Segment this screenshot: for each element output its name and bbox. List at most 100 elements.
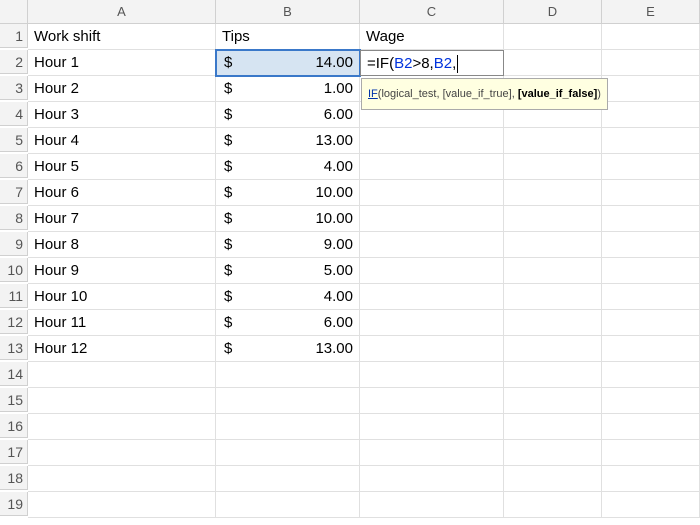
cell-E5[interactable] bbox=[602, 128, 700, 154]
row-header-7[interactable]: 7 bbox=[0, 180, 28, 204]
row-header-3[interactable]: 3 bbox=[0, 76, 28, 100]
cell-E1[interactable] bbox=[602, 24, 700, 50]
cell-D14[interactable] bbox=[504, 362, 602, 388]
cell-C11[interactable] bbox=[360, 284, 504, 310]
cell-E16[interactable] bbox=[602, 414, 700, 440]
cell-B5[interactable]: $13.00 bbox=[216, 128, 360, 154]
cell-B15[interactable] bbox=[216, 388, 360, 414]
cell-B13[interactable]: $13.00 bbox=[216, 336, 360, 362]
row-header-14[interactable]: 14 bbox=[0, 362, 28, 386]
cell-C1[interactable]: Wage bbox=[360, 24, 504, 50]
row-header-4[interactable]: 4 bbox=[0, 102, 28, 126]
cell-A17[interactable] bbox=[28, 440, 216, 466]
cell-E17[interactable] bbox=[602, 440, 700, 466]
cell-D17[interactable] bbox=[504, 440, 602, 466]
cell-D12[interactable] bbox=[504, 310, 602, 336]
row-header-2[interactable]: 2 bbox=[0, 50, 28, 74]
cell-E8[interactable] bbox=[602, 206, 700, 232]
cell-C13[interactable] bbox=[360, 336, 504, 362]
cell-B8[interactable]: $10.00 bbox=[216, 206, 360, 232]
cell-A13[interactable]: Hour 12 bbox=[28, 336, 216, 362]
row-header-5[interactable]: 5 bbox=[0, 128, 28, 152]
cell-A4[interactable]: Hour 3 bbox=[28, 102, 216, 128]
cell-D11[interactable] bbox=[504, 284, 602, 310]
cell-B12[interactable]: $6.00 bbox=[216, 310, 360, 336]
cell-C7[interactable] bbox=[360, 180, 504, 206]
cell-A16[interactable] bbox=[28, 414, 216, 440]
cell-E3[interactable] bbox=[602, 76, 700, 102]
cell-D8[interactable] bbox=[504, 206, 602, 232]
cell-E10[interactable] bbox=[602, 258, 700, 284]
cell-B11[interactable]: $4.00 bbox=[216, 284, 360, 310]
row-header-12[interactable]: 12 bbox=[0, 310, 28, 334]
cell-A6[interactable]: Hour 5 bbox=[28, 154, 216, 180]
cell-C5[interactable] bbox=[360, 128, 504, 154]
cell-E19[interactable] bbox=[602, 492, 700, 518]
cell-B6[interactable]: $4.00 bbox=[216, 154, 360, 180]
cell-A9[interactable]: Hour 8 bbox=[28, 232, 216, 258]
row-header-13[interactable]: 13 bbox=[0, 336, 28, 360]
column-header-C[interactable]: C bbox=[360, 0, 504, 24]
cell-A15[interactable] bbox=[28, 388, 216, 414]
column-header-D[interactable]: D bbox=[504, 0, 602, 24]
cell-E9[interactable] bbox=[602, 232, 700, 258]
spreadsheet-grid[interactable]: ABCDE1Work shiftTipsWage2Hour 1$14.00=IF… bbox=[0, 0, 700, 518]
cell-A3[interactable]: Hour 2 bbox=[28, 76, 216, 102]
cell-A5[interactable]: Hour 4 bbox=[28, 128, 216, 154]
cell-B4[interactable]: $6.00 bbox=[216, 102, 360, 128]
cell-A11[interactable]: Hour 10 bbox=[28, 284, 216, 310]
row-header-6[interactable]: 6 bbox=[0, 154, 28, 178]
cell-B18[interactable] bbox=[216, 466, 360, 492]
cell-B1[interactable]: Tips bbox=[216, 24, 360, 50]
cell-D16[interactable] bbox=[504, 414, 602, 440]
cell-D15[interactable] bbox=[504, 388, 602, 414]
row-header-11[interactable]: 11 bbox=[0, 284, 28, 308]
cell-C6[interactable] bbox=[360, 154, 504, 180]
cell-C12[interactable] bbox=[360, 310, 504, 336]
cell-E15[interactable] bbox=[602, 388, 700, 414]
cell-A18[interactable] bbox=[28, 466, 216, 492]
cell-D19[interactable] bbox=[504, 492, 602, 518]
cell-B14[interactable] bbox=[216, 362, 360, 388]
row-header-18[interactable]: 18 bbox=[0, 466, 28, 490]
cell-D13[interactable] bbox=[504, 336, 602, 362]
cell-D9[interactable] bbox=[504, 232, 602, 258]
row-header-15[interactable]: 15 bbox=[0, 388, 28, 412]
cell-B7[interactable]: $10.00 bbox=[216, 180, 360, 206]
cell-C10[interactable] bbox=[360, 258, 504, 284]
cell-E4[interactable] bbox=[602, 102, 700, 128]
row-header-10[interactable]: 10 bbox=[0, 258, 28, 282]
cell-B10[interactable]: $5.00 bbox=[216, 258, 360, 284]
cell-D7[interactable] bbox=[504, 180, 602, 206]
cell-A2[interactable]: Hour 1 bbox=[28, 50, 216, 76]
row-header-8[interactable]: 8 bbox=[0, 206, 28, 230]
formula-editor[interactable]: =IF(B2>8,B2,IF(logical_test, [value_if_t… bbox=[360, 50, 504, 76]
cell-D18[interactable] bbox=[504, 466, 602, 492]
column-header-E[interactable]: E bbox=[602, 0, 700, 24]
cell-A12[interactable]: Hour 11 bbox=[28, 310, 216, 336]
cell-A1[interactable]: Work shift bbox=[28, 24, 216, 50]
row-header-16[interactable]: 16 bbox=[0, 414, 28, 438]
cell-C8[interactable] bbox=[360, 206, 504, 232]
cell-D2[interactable] bbox=[504, 50, 602, 76]
cell-C14[interactable] bbox=[360, 362, 504, 388]
cell-C2[interactable]: =IF(B2>8,B2,IF(logical_test, [value_if_t… bbox=[360, 50, 504, 76]
cell-E18[interactable] bbox=[602, 466, 700, 492]
cell-C16[interactable] bbox=[360, 414, 504, 440]
cell-E11[interactable] bbox=[602, 284, 700, 310]
cell-E7[interactable] bbox=[602, 180, 700, 206]
cell-E13[interactable] bbox=[602, 336, 700, 362]
cell-D1[interactable] bbox=[504, 24, 602, 50]
cell-D10[interactable] bbox=[504, 258, 602, 284]
cell-C17[interactable] bbox=[360, 440, 504, 466]
cell-A19[interactable] bbox=[28, 492, 216, 518]
cell-A8[interactable]: Hour 7 bbox=[28, 206, 216, 232]
cell-D5[interactable] bbox=[504, 128, 602, 154]
row-header-1[interactable]: 1 bbox=[0, 24, 28, 48]
cell-B16[interactable] bbox=[216, 414, 360, 440]
row-header-19[interactable]: 19 bbox=[0, 492, 28, 516]
cell-E2[interactable] bbox=[602, 50, 700, 76]
cell-B17[interactable] bbox=[216, 440, 360, 466]
cell-C9[interactable] bbox=[360, 232, 504, 258]
cell-B19[interactable] bbox=[216, 492, 360, 518]
